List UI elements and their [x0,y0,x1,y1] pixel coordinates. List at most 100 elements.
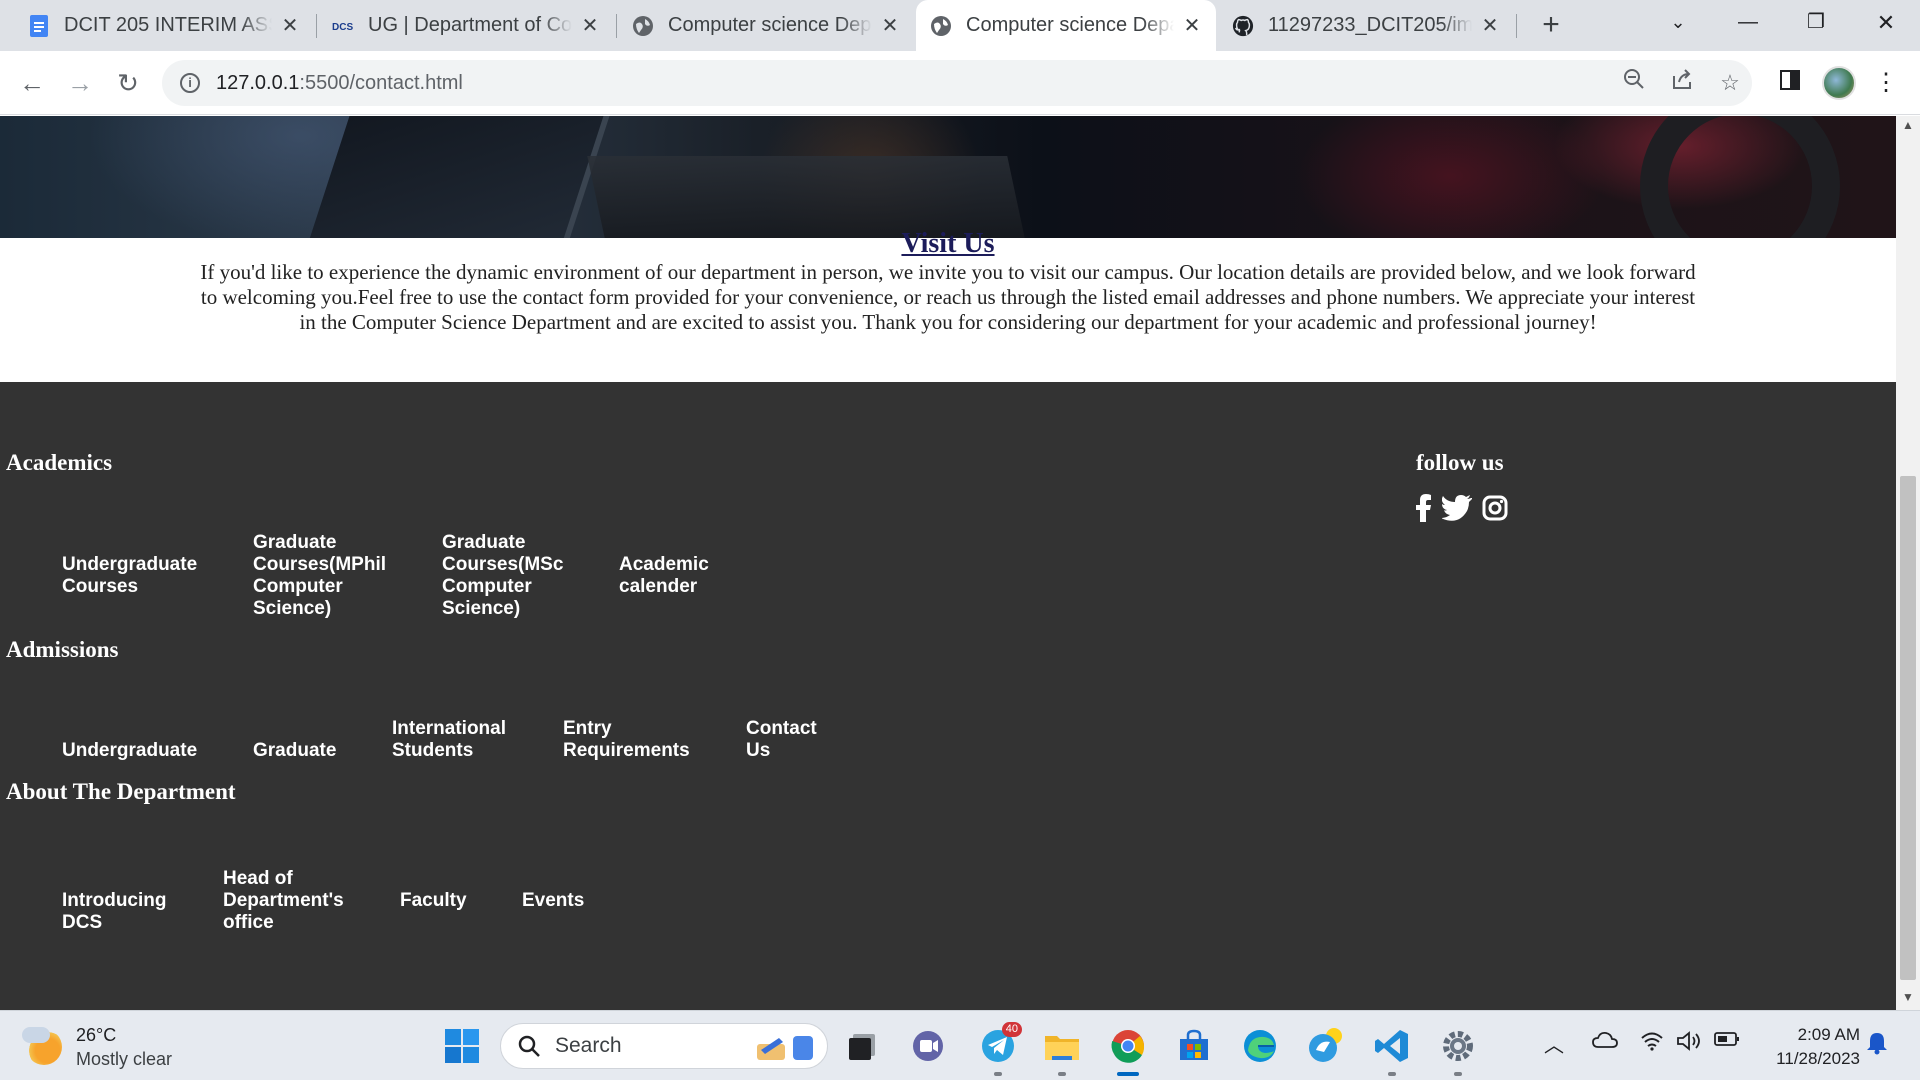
battery-icon[interactable] [1714,1031,1740,1052]
close-icon[interactable]: ✕ [1182,13,1202,38]
bookmark-star-icon[interactable]: ☆ [1710,60,1750,106]
tab-title: Computer science Department [668,14,872,36]
footer-link-hod-office[interactable]: Head of Department's office [223,868,358,934]
telegram-icon[interactable]: 40 [976,1022,1022,1076]
page-scrollbar[interactable]: ▲ ▼ [1896,116,1920,1010]
file-explorer-icon[interactable] [1040,1024,1084,1076]
clock-date: 11/28/2023 [1776,1049,1860,1068]
footer-heading-academics: Academics [6,450,113,475]
browser-toolbar: ← → ↻ i 127.0.0.1:5500/contact.html ☆ ⋮ [0,51,1920,115]
windows-start-icon[interactable] [440,1024,484,1068]
running-indicator [1454,1072,1462,1076]
scroll-down-arrow-icon[interactable]: ▼ [1896,990,1920,1008]
browser-tab-1[interactable]: DCIT 205 INTERIM ASSESSMENT ✕ [14,0,314,51]
hero-monitor [297,116,623,238]
footer-heading-admissions: Admissions [6,637,119,662]
tab-separator [616,14,617,38]
edge-icon[interactable] [1238,1024,1282,1068]
url-text: 127.0.0.1:5500/contact.html [216,72,463,95]
settings-gear-icon[interactable] [1436,1024,1480,1076]
task-view-icon[interactable] [840,1024,884,1068]
instagram-icon[interactable] [1482,495,1508,521]
notification-bell-icon[interactable] [1866,1031,1888,1060]
tray-overflow-icon[interactable]: ︿ [1544,1029,1564,1058]
site-footer: Academics Undergraduate Courses Graduate… [0,382,1896,1010]
tab-separator [1516,14,1517,38]
footer-link-contact-us[interactable]: Contact Us [746,718,826,762]
minimize-button[interactable]: — [1718,0,1778,45]
footer-heading-about: About The Department [6,779,236,804]
hero-image [0,116,1896,238]
close-icon[interactable]: ✕ [1480,13,1500,38]
tab-title: Computer science Department [966,14,1174,36]
forward-icon[interactable]: → [62,65,98,101]
footer-link-graduate-msc[interactable]: Graduate Courses(MSc Computer Science) [442,532,587,620]
footer-link-academic-calender[interactable]: Academic calender [619,554,729,598]
weather-widget[interactable]: 26°C Mostly clear [22,1023,173,1071]
tab-separator [316,14,317,38]
ug-dcs-icon: DCS [332,15,354,37]
footer-link-events[interactable]: Events [522,890,612,912]
footer-link-faculty[interactable]: Faculty [400,890,490,912]
visit-us-heading: Visit Us [901,228,995,259]
microsoft-store-icon[interactable] [1172,1024,1216,1068]
taskbar-search[interactable]: Search [500,1023,828,1069]
docs-icon [28,14,50,37]
footer-link-graduate-mphil[interactable]: Graduate Courses(MPhil Computer Science) [253,532,398,620]
weather-app-icon[interactable] [1304,1024,1348,1068]
weather-moon-icon [22,1027,62,1065]
tab-search-icon[interactable]: ⌄ [1648,0,1708,45]
close-window-button[interactable]: ✕ [1856,0,1916,45]
footer-link-introducing-dcs[interactable]: Introducing DCS [62,890,182,934]
vscode-icon[interactable] [1370,1024,1414,1076]
onedrive-icon[interactable] [1592,1031,1618,1054]
profile-avatar[interactable] [1822,66,1856,100]
back-icon[interactable]: ← [14,65,50,101]
close-icon[interactable]: ✕ [580,13,600,38]
teams-chat-icon[interactable] [906,1024,950,1068]
scroll-up-arrow-icon[interactable]: ▲ [1896,118,1920,136]
footer-link-graduate[interactable]: Graduate [253,740,363,762]
restore-button[interactable]: ❐ [1786,0,1846,45]
weather-description: Mostly clear [76,1049,173,1069]
zoom-icon[interactable] [1614,60,1654,106]
url-host: 127.0.0.1 [216,71,300,94]
active-indicator [1117,1072,1139,1076]
wifi-icon[interactable] [1640,1031,1664,1056]
github-icon [1232,15,1254,37]
share-icon[interactable] [1662,60,1702,106]
browser-tab-3[interactable]: Computer science Department ✕ [618,0,914,51]
close-icon[interactable]: ✕ [280,13,300,38]
address-bar[interactable]: i 127.0.0.1:5500/contact.html [162,60,1752,106]
globe-icon [930,15,952,37]
tab-title: 11297233_DCIT205/images [1268,14,1472,36]
twitter-icon[interactable] [1442,495,1472,521]
social-links [1416,494,1508,522]
site-info-icon[interactable]: i [180,73,200,93]
running-indicator [1388,1072,1396,1076]
browser-tab-2[interactable]: DCS UG | Department of Computer Science … [318,0,614,51]
menu-icon[interactable]: ⋮ [1868,65,1904,101]
footer-link-undergraduate-courses[interactable]: Undergraduate Courses [62,554,212,598]
close-icon[interactable]: ✕ [880,13,900,38]
scroll-thumb[interactable] [1900,476,1916,980]
footer-link-entry-requirements[interactable]: Entry Requirements [563,718,703,762]
clock-time: 2:09 AM [1797,1025,1860,1044]
footer-link-international-students[interactable]: International Students [392,718,522,762]
windows-taskbar: 26°C Mostly clear Search 40 ︿ 2:09 AM 11… [0,1010,1920,1080]
svg-text:DCS: DCS [332,22,353,33]
visit-us-text: If you'd like to experience the dynamic … [200,260,1696,334]
browser-tab-5[interactable]: 11297233_DCIT205/images ✕ [1218,0,1514,51]
new-tab-button[interactable]: + [1534,8,1568,42]
reload-icon[interactable]: ↻ [110,65,146,101]
telegram-badge: 40 [1001,1022,1022,1037]
footer-heading-follow-us: follow us [1416,450,1504,475]
volume-icon[interactable] [1676,1031,1702,1056]
taskbar-clock[interactable]: 2:09 AM 11/28/2023 [1750,1023,1860,1071]
footer-link-undergraduate[interactable]: Undergraduate [62,740,212,762]
side-panel-icon[interactable] [1772,65,1808,101]
facebook-icon[interactable] [1416,494,1432,522]
chrome-icon[interactable] [1106,1024,1150,1076]
browser-tab-4-active[interactable]: Computer science Department ✕ [916,0,1216,51]
page-viewport: Visit Us If you'd like to experience the… [0,116,1896,1010]
